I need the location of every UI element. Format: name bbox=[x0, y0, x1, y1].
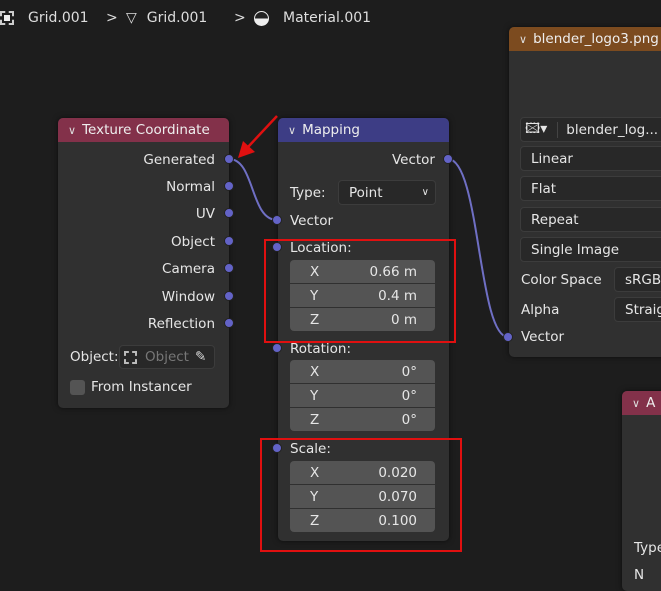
annotation-arrow-icon bbox=[238, 115, 278, 158]
